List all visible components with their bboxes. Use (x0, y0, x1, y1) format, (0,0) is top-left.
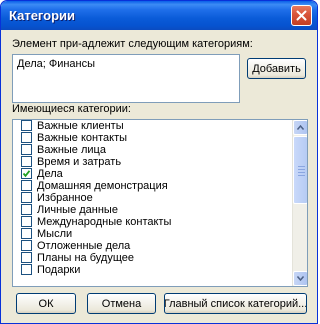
scroll-grip (298, 169, 305, 170)
category-checkbox[interactable] (21, 168, 32, 179)
category-label: Планы на будущее (37, 252, 135, 264)
close-button[interactable] (291, 5, 312, 26)
window-title: Категории (9, 8, 76, 23)
category-checkbox[interactable] (21, 132, 32, 143)
category-label: Дела (37, 168, 63, 180)
checkmark-icon (22, 170, 31, 178)
category-checkbox[interactable] (21, 120, 32, 131)
close-icon (296, 10, 307, 21)
category-list-item[interactable]: Важные лица (13, 144, 293, 156)
ok-button[interactable]: ОК (16, 293, 76, 314)
add-button[interactable]: Добавить (247, 58, 306, 79)
category-list-item[interactable]: Мысли (13, 228, 293, 240)
scroll-grip (298, 172, 305, 173)
assigned-categories-field[interactable]: Дела; Финансы (12, 54, 240, 103)
scroll-grip (298, 175, 305, 176)
category-list-item[interactable]: Важные контакты (13, 132, 293, 144)
category-checkbox[interactable] (21, 180, 32, 191)
scroll-down-button[interactable] (293, 271, 307, 286)
category-checkbox[interactable] (21, 228, 32, 239)
category-label: Отложенные дела (37, 240, 131, 252)
scroll-up-button[interactable] (293, 120, 307, 135)
list-items: Важные клиенты Важные контакты Важные лица… (13, 120, 293, 276)
assigned-categories-label: Элемент при-адлежит следующим категориям… (12, 38, 253, 50)
title-bar[interactable]: Категории (1, 1, 317, 30)
category-label: Важные лица (37, 144, 106, 156)
available-categories-label: Имеющиеся категории: (12, 103, 131, 115)
category-list-item[interactable]: Время и затрать (13, 156, 293, 168)
category-list-item[interactable]: Домашняя демонстрация (13, 180, 293, 192)
category-checkbox[interactable] (21, 252, 32, 263)
vertical-scrollbar[interactable] (292, 120, 307, 286)
cancel-button[interactable]: Отмена (87, 293, 156, 314)
category-list-item[interactable]: Личные данные (13, 204, 293, 216)
category-list-item[interactable]: Дела (13, 168, 293, 180)
category-list-item[interactable]: Планы на будущее (13, 252, 293, 264)
category-label: Домашняя демонстрация (37, 180, 168, 192)
category-label: Избранное (37, 192, 93, 204)
category-list-item[interactable]: Международные контакты (13, 216, 293, 228)
category-checkbox[interactable] (21, 192, 32, 203)
category-list-item[interactable]: Избранное (13, 192, 293, 204)
category-label: Важные клиенты (37, 120, 124, 132)
category-checkbox[interactable] (21, 144, 32, 155)
category-label: Личные данные (37, 204, 118, 216)
master-category-list-button[interactable]: Главный список категорий... (164, 293, 307, 314)
scroll-thumb[interactable] (293, 136, 307, 204)
category-label: Время и затрать (37, 156, 122, 168)
chevron-down-icon (297, 276, 304, 281)
category-checkbox[interactable] (21, 204, 32, 215)
category-label: Важные контакты (37, 132, 128, 144)
category-label: Мысли (37, 228, 73, 240)
category-label: Международные контакты (37, 216, 172, 228)
category-list-item[interactable]: Отложенные дела (13, 240, 293, 252)
scroll-grip (298, 166, 305, 167)
dialog-body: Элемент при-адлежит следующим категориям… (4, 30, 314, 322)
category-checkbox[interactable] (21, 216, 32, 227)
category-list-item[interactable]: Подарки (13, 264, 293, 276)
category-checkbox[interactable] (21, 240, 32, 251)
category-list-item[interactable]: Важные клиенты (13, 120, 293, 132)
available-categories-list[interactable]: Важные клиенты Важные контакты Важные лица… (12, 119, 308, 287)
category-checkbox[interactable] (21, 264, 32, 275)
chevron-up-icon (297, 125, 304, 130)
category-checkbox[interactable] (21, 156, 32, 167)
categories-dialog: Категории Элемент при-адлежит следующим … (0, 0, 318, 324)
category-label: Подарки (37, 264, 81, 276)
